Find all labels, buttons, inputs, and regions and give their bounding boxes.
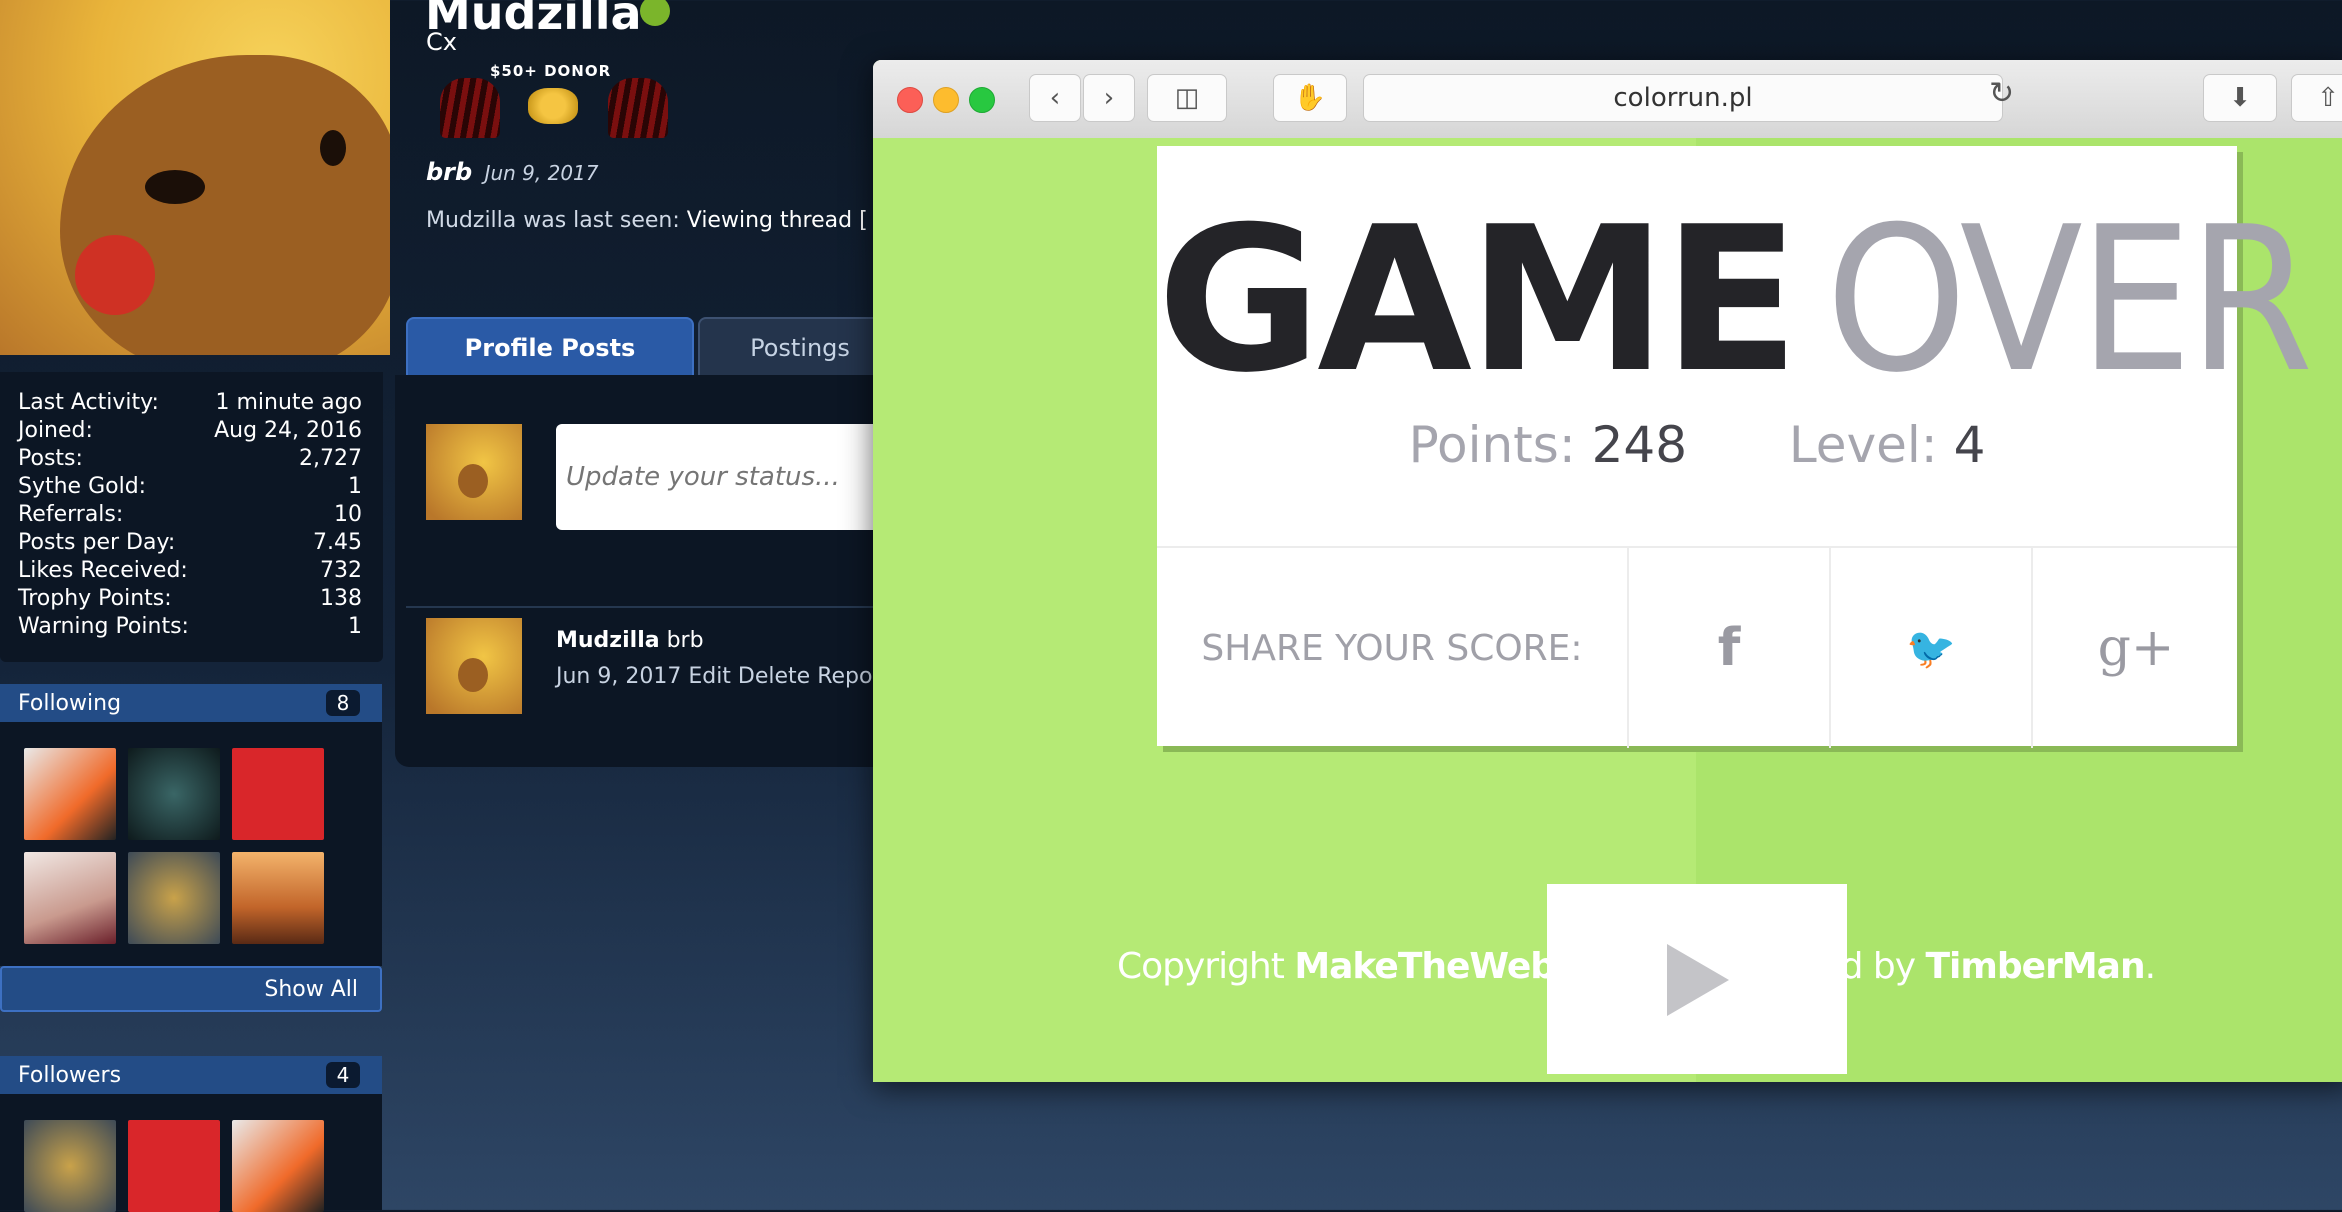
following-list: [0, 722, 382, 966]
last-seen: Mudzilla was last seen: Viewing thread [: [426, 208, 868, 233]
level-label: Level:: [1788, 416, 1938, 474]
following-count: 8: [326, 690, 360, 716]
claw-icon: [440, 78, 500, 138]
following-avatar[interactable]: [128, 748, 220, 840]
stat-row: Posts: 2,727: [18, 446, 362, 471]
downloads-button[interactable]: ⬇: [2203, 74, 2277, 122]
game-viewport: GAME OVER Points: 248 Level: 4 SHARE YOUR…: [873, 138, 2342, 1082]
address-bar[interactable]: colorrun.pl: [1363, 74, 2003, 122]
profile-avatar: [0, 0, 390, 355]
hand-stop-icon: ✋: [1293, 83, 1327, 113]
game-over-title-light: OVER: [1825, 184, 2314, 417]
post-divider: [406, 606, 896, 608]
game-over-card: GAME OVER Points: 248 Level: 4 SHARE YOUR…: [1157, 146, 2313, 748]
download-icon: ⬇: [2229, 83, 2251, 113]
points-value: 248: [1591, 416, 1688, 474]
share-twitter-button[interactable]: 🐦: [1829, 548, 2031, 748]
following-avatar[interactable]: [128, 852, 220, 944]
following-avatar[interactable]: [24, 852, 116, 944]
user-title: Cx: [426, 28, 457, 56]
score-summary: Points: 248 Level: 4: [1157, 416, 2237, 474]
url-text: colorrun.pl: [1613, 83, 1753, 113]
copyright-label: Copyright: [1116, 946, 1285, 987]
stat-row: Last Activity: 1 minute ago: [18, 390, 362, 415]
back-button[interactable]: ‹: [1029, 74, 1081, 122]
level-value: 4: [1953, 416, 1986, 474]
sidebar-toggle-button[interactable]: ◫: [1147, 74, 1227, 122]
makethweb-link[interactable]: MakeTheWeb: [1294, 946, 1556, 987]
post-text: brb: [666, 628, 704, 653]
browser-window: ‹ › ◫ ✋ colorrun.pl ↻ ⬇ ⇧ GAME OVER Point…: [873, 60, 2342, 1082]
post-author-link[interactable]: Mudzilla: [556, 628, 660, 653]
sidebar-icon: ◫: [1174, 83, 1200, 113]
followers-title: Followers: [18, 1062, 122, 1088]
share-label: SHARE YOUR SCORE:: [1201, 627, 1583, 669]
followers-list: [0, 1094, 382, 1212]
share-google-plus-button[interactable]: g+: [2031, 548, 2239, 748]
share-button[interactable]: ⇧: [2291, 74, 2342, 122]
stat-row: Posts per Day: 7.45: [18, 530, 362, 555]
composer-avatar: [426, 424, 522, 520]
zoom-window-button[interactable]: [969, 87, 995, 113]
tab-postings[interactable]: Postings: [698, 317, 902, 379]
show-all-following-button[interactable]: Show All: [0, 966, 382, 1012]
minimize-window-button[interactable]: [933, 87, 959, 113]
donor-badge: $50+ DONOR: [490, 62, 612, 80]
following-avatar[interactable]: [232, 748, 324, 840]
stat-row: Joined: Aug 24, 2016: [18, 418, 362, 443]
gold-coins-icon: [528, 88, 578, 124]
status-date: Jun 9, 2017: [484, 161, 599, 185]
twitter-icon: 🐦: [1906, 625, 1956, 672]
chevron-right-icon: ›: [1103, 83, 1115, 113]
last-seen-link[interactable]: Viewing thread [: [687, 208, 868, 233]
followers-header[interactable]: Followers 4: [0, 1056, 382, 1094]
following-avatar[interactable]: [232, 852, 324, 944]
status-update-input[interactable]: [556, 424, 896, 530]
forward-button[interactable]: ›: [1083, 74, 1135, 122]
stat-row: Sythe Gold: 1: [18, 474, 362, 499]
game-footer: Copyright MakeTheWeb. Inspired by Timber…: [1116, 946, 2156, 987]
profile-stats: Last Activity: 1 minute ago Joined: Aug 24…: [0, 372, 383, 662]
post-avatar[interactable]: [426, 618, 522, 714]
reload-icon[interactable]: ↻: [1989, 76, 2014, 111]
post-body: Mudzilla brb: [556, 628, 704, 653]
claw-icon: [608, 78, 668, 138]
content-blocker-button[interactable]: ✋: [1273, 74, 1347, 122]
facebook-icon: f: [1717, 618, 1741, 678]
google-plus-icon: g+: [2097, 618, 2175, 678]
post-meta[interactable]: Jun 9, 2017 Edit Delete Repo: [556, 664, 872, 689]
followers-count: 4: [326, 1062, 360, 1088]
browser-toolbar: ‹ › ◫ ✋ colorrun.pl ↻ ⬇ ⇧: [873, 60, 2342, 139]
share-icon: ⇧: [2317, 83, 2339, 113]
following-title: Following: [18, 690, 122, 716]
stat-row: Likes Received: 732: [18, 558, 362, 583]
last-seen-label: Mudzilla was last seen:: [426, 208, 680, 233]
online-indicator: [640, 0, 670, 26]
timberman-link[interactable]: TimberMan: [1926, 946, 2146, 987]
following-avatar[interactable]: [24, 748, 116, 840]
follower-avatar[interactable]: [232, 1120, 324, 1212]
close-window-button[interactable]: [897, 87, 923, 113]
share-facebook-button[interactable]: f: [1627, 548, 1829, 748]
points-label: Points:: [1408, 416, 1576, 474]
follower-avatar[interactable]: [128, 1120, 220, 1212]
stat-row: Warning Points: 1: [18, 614, 362, 639]
follower-avatar[interactable]: [24, 1120, 116, 1212]
profile-username: Mudzilla: [425, 0, 642, 40]
stat-row: Trophy Points: 138: [18, 586, 362, 611]
status-text: brb: [426, 158, 473, 186]
inspired-label: Inspired by: [1726, 946, 1916, 987]
profile-status: brb Jun 9, 2017: [426, 158, 599, 186]
following-header[interactable]: Following 8: [0, 684, 382, 722]
game-over-title: GAME OVER: [1157, 201, 2313, 401]
stat-row: Referrals: 10: [18, 502, 362, 527]
share-row: SHARE YOUR SCORE: f 🐦 g+: [1157, 546, 2237, 748]
chevron-left-icon: ‹: [1049, 83, 1061, 113]
game-over-title-bold: GAME: [1157, 184, 1800, 417]
tab-profile-posts[interactable]: Profile Posts: [406, 317, 694, 379]
